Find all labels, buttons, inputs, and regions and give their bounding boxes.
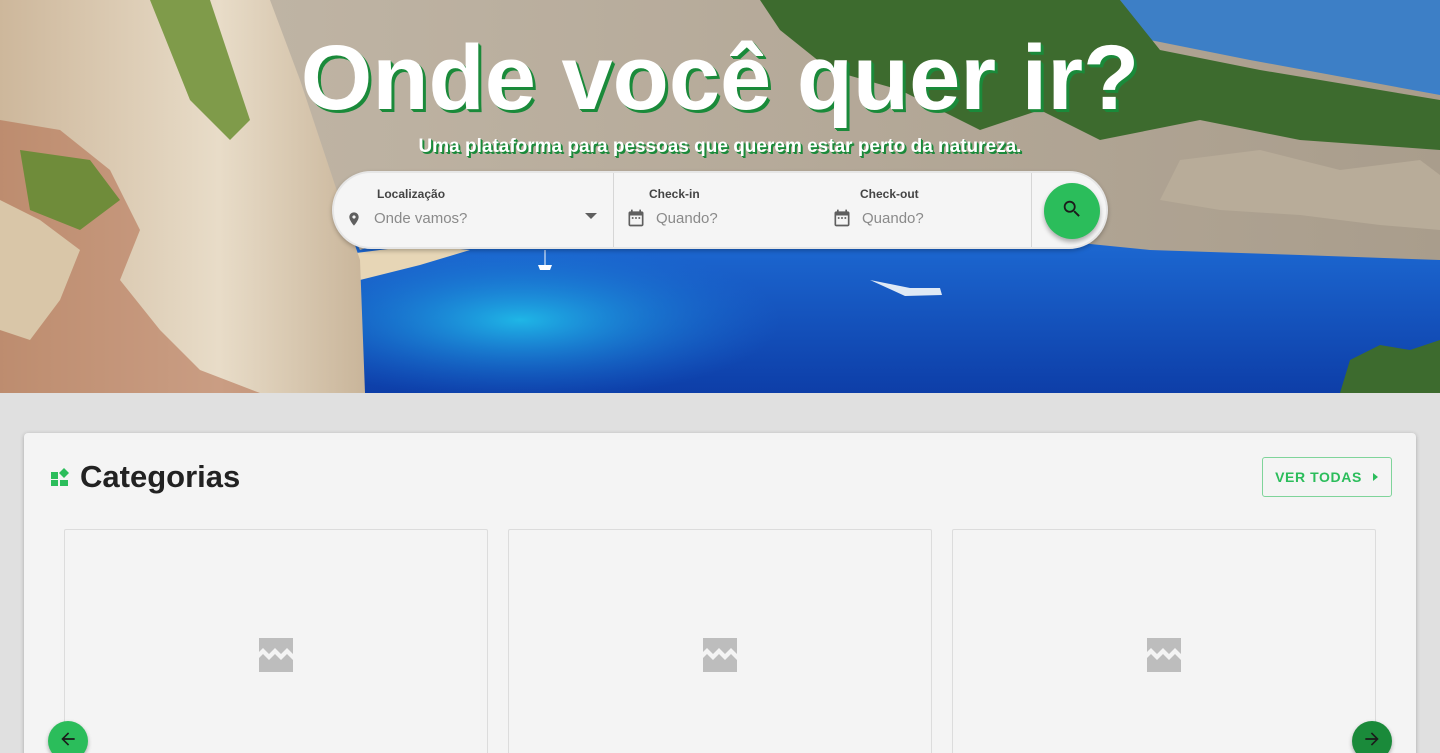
checkin-input[interactable]: Quando? bbox=[656, 210, 718, 227]
broken-image-icon bbox=[699, 634, 741, 681]
category-card[interactable] bbox=[508, 529, 932, 753]
broken-image-icon bbox=[1143, 634, 1185, 681]
categories-title: Categorias bbox=[80, 459, 241, 494]
caret-right-icon bbox=[1372, 469, 1379, 485]
search-icon bbox=[1061, 198, 1083, 225]
broken-image-icon bbox=[255, 634, 297, 681]
location-field[interactable]: Localização Onde vamos? bbox=[334, 173, 614, 247]
arrow-left-icon bbox=[58, 729, 78, 753]
hero-title: Onde você quer ir? bbox=[300, 27, 1140, 129]
arrow-right-icon bbox=[1362, 729, 1382, 753]
search-bar: Localização Onde vamos? Check-in Quando?… bbox=[332, 171, 1108, 249]
checkout-label: Check-out bbox=[860, 187, 919, 201]
view-all-label: VER TODAS bbox=[1275, 469, 1362, 485]
hero-subtitle: Uma plataforma para pessoas que querem e… bbox=[418, 136, 1022, 157]
checkin-field[interactable]: Check-in Quando? bbox=[615, 173, 822, 247]
category-card[interactable] bbox=[64, 529, 488, 753]
location-pin-icon bbox=[346, 208, 362, 235]
view-all-button[interactable]: VER TODAS bbox=[1262, 457, 1392, 497]
hero-banner: Onde você quer ir? Uma plataforma para p… bbox=[0, 0, 1440, 393]
location-label: Localização bbox=[377, 187, 446, 201]
checkout-field[interactable]: Check-out Quando? bbox=[822, 173, 1032, 247]
carousel-next-button[interactable] bbox=[1352, 721, 1392, 753]
carousel-prev-button[interactable] bbox=[48, 721, 88, 753]
calendar-icon bbox=[626, 208, 646, 233]
checkout-input[interactable]: Quando? bbox=[862, 210, 924, 227]
checkin-label: Check-in bbox=[649, 187, 700, 201]
category-card[interactable] bbox=[952, 529, 1376, 753]
categories-section: Categorias VER TODAS bbox=[24, 433, 1416, 753]
calendar-icon bbox=[832, 208, 852, 233]
search-button[interactable] bbox=[1044, 183, 1100, 239]
chevron-down-icon[interactable] bbox=[584, 208, 598, 226]
widgets-icon bbox=[50, 467, 70, 492]
location-input[interactable]: Onde vamos? bbox=[374, 210, 467, 227]
